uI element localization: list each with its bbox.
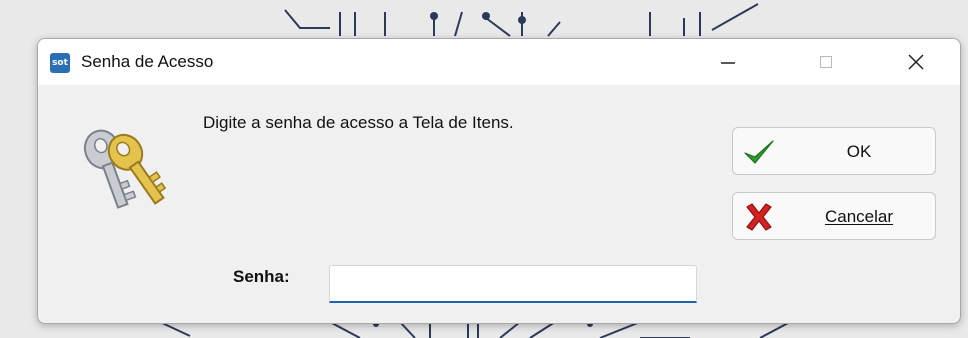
keys-icon (83, 129, 166, 209)
senha-de-acesso-dialog: sot Senha de Acesso Digite a senha de ac… (37, 38, 961, 324)
minimize-button[interactable] (700, 39, 756, 85)
cancel-label: Cancelar (824, 207, 894, 226)
app-icon: sot (50, 53, 70, 73)
ok-button[interactable]: OK (732, 127, 936, 175)
ok-label: OK (846, 142, 872, 161)
title-bar[interactable]: sot Senha de Acesso (38, 39, 960, 85)
maximize-icon (820, 56, 832, 68)
password-input[interactable] (329, 265, 697, 303)
cancel-button[interactable]: Cancelar (732, 192, 936, 240)
window-title: Senha de Acesso (81, 52, 214, 71)
close-button[interactable] (888, 39, 944, 85)
minimize-icon (721, 62, 735, 64)
password-label: Senha: (233, 267, 290, 286)
maximize-button (798, 39, 854, 85)
green-checkmark-icon (744, 140, 774, 164)
prompt-text: Digite a senha de acesso a Tela de Itens… (203, 113, 514, 132)
red-x-icon (746, 203, 772, 231)
close-icon (908, 54, 924, 70)
